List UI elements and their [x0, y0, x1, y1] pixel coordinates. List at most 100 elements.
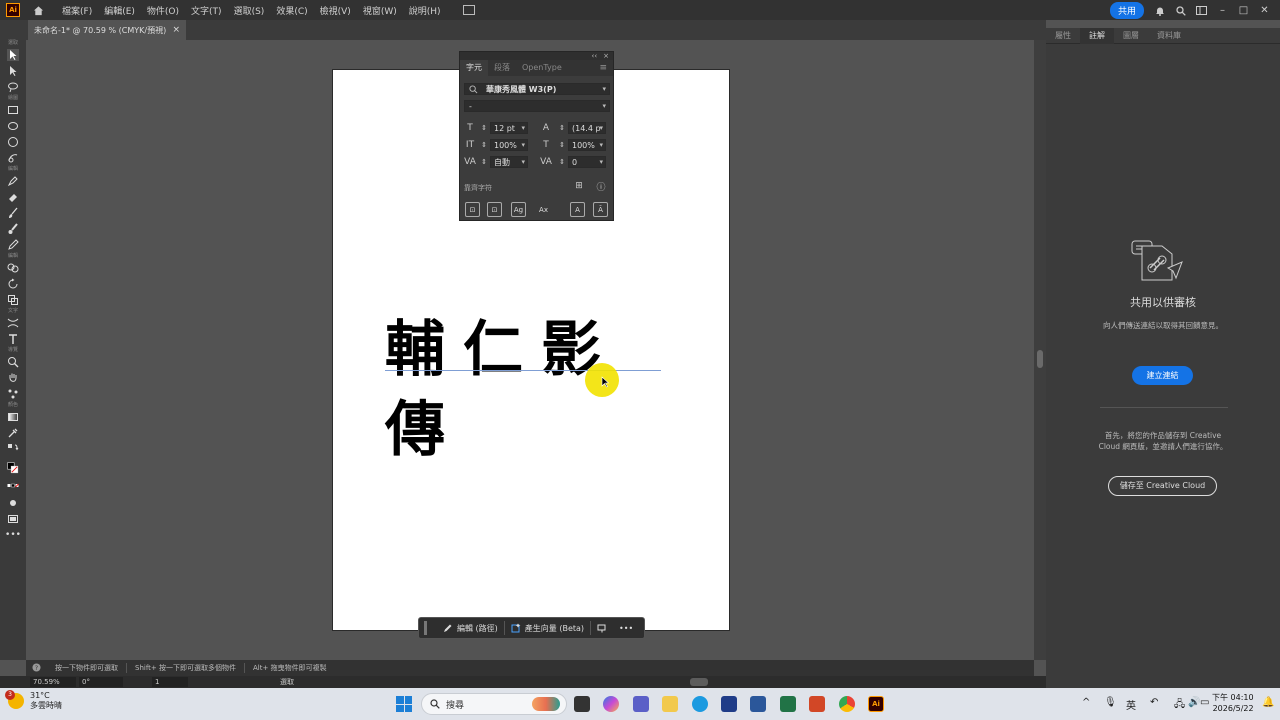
- panel-menu-icon[interactable]: ≡: [599, 63, 607, 73]
- menu-window[interactable]: 視窗(W): [357, 4, 403, 17]
- fill-stroke-swatch[interactable]: [0, 457, 26, 479]
- collapse-panel-icon[interactable]: ‹‹: [592, 52, 598, 60]
- minimize-icon[interactable]: –: [1217, 5, 1228, 16]
- tab-properties[interactable]: 屬性: [1046, 28, 1080, 44]
- rotate-tool-icon[interactable]: [0, 276, 26, 292]
- task-view-icon[interactable]: [574, 696, 590, 712]
- artwork-text[interactable]: 輔仁影傳: [385, 310, 665, 465]
- pen-tool-icon[interactable]: [0, 173, 26, 189]
- drag-handle[interactable]: [424, 621, 427, 635]
- more-options-icon[interactable]: •••: [613, 620, 639, 636]
- excel-icon[interactable]: [780, 696, 796, 712]
- horizontal-scroll-thumb[interactable]: [690, 678, 708, 686]
- blob-brush-tool-icon[interactable]: [0, 221, 26, 237]
- menu-type[interactable]: 文字(T): [185, 4, 228, 17]
- rotation-field[interactable]: 0°: [79, 677, 123, 687]
- close-window-icon[interactable]: ✕: [1259, 5, 1270, 16]
- edit-path-button[interactable]: 編輯 (路徑): [437, 620, 504, 636]
- color-mode-icon[interactable]: [0, 479, 26, 495]
- tab-character[interactable]: 字元: [460, 60, 488, 76]
- menu-select[interactable]: 選取(S): [228, 4, 271, 17]
- rectangle-tool-icon[interactable]: [0, 102, 26, 118]
- horizontal-scale-field[interactable]: 100% ▾: [568, 139, 606, 151]
- input-mode-icon[interactable]: ↶: [1150, 697, 1158, 708]
- edge-icon[interactable]: [692, 696, 708, 712]
- menu-edit[interactable]: 編輯(E): [98, 4, 141, 17]
- shape-builder-tool-icon[interactable]: [0, 260, 26, 276]
- help-icon[interactable]: ?: [26, 662, 47, 674]
- width-tool-icon[interactable]: [0, 315, 26, 331]
- share-button[interactable]: 共用: [1109, 2, 1144, 19]
- snap-angular-button[interactable]: A: [570, 202, 585, 217]
- shaper-tool-icon[interactable]: [0, 150, 26, 166]
- search-icon[interactable]: [1175, 5, 1186, 16]
- tab-paragraph[interactable]: 段落: [488, 60, 516, 76]
- bell-icon[interactable]: [1154, 5, 1165, 16]
- ellipse-tool-icon[interactable]: [0, 118, 26, 134]
- edit-toolbar-icon[interactable]: •••: [0, 527, 26, 543]
- system-clock[interactable]: 下午 04:10 2026/5/22: [1212, 692, 1254, 714]
- lasso-tool-icon[interactable]: [0, 79, 26, 95]
- pin-bar-button[interactable]: [591, 620, 613, 636]
- zoom-field[interactable]: 70.59%: [30, 677, 76, 687]
- save-to-creative-cloud-button[interactable]: 儲存至 Creative Cloud: [1108, 476, 1217, 496]
- store-icon[interactable]: [721, 696, 737, 712]
- word-icon[interactable]: [750, 696, 766, 712]
- menu-object[interactable]: 物件(O): [141, 4, 185, 17]
- powerpoint-icon[interactable]: [809, 696, 825, 712]
- scale-tool-icon[interactable]: [0, 292, 26, 308]
- vertical-scroll-thumb[interactable]: [1037, 350, 1043, 368]
- file-explorer-icon[interactable]: [662, 696, 678, 712]
- chevron-up-icon[interactable]: ^: [1082, 697, 1090, 708]
- ime-indicator[interactable]: 英: [1126, 697, 1136, 712]
- draw-mode-icon[interactable]: [0, 495, 26, 511]
- eraser-tool-icon[interactable]: [0, 189, 26, 205]
- snap-xheight-button[interactable]: ⊡: [487, 202, 502, 217]
- circle-tool-icon[interactable]: [0, 134, 26, 150]
- type-tool-icon[interactable]: [0, 331, 26, 347]
- stepper-icon[interactable]: ⇕: [555, 139, 569, 151]
- tab-opentype[interactable]: OpenType: [516, 60, 568, 76]
- panel-header[interactable]: ‹‹ ×: [460, 52, 613, 60]
- gradient-tool-icon[interactable]: [0, 409, 26, 425]
- menu-help[interactable]: 說明(H): [403, 4, 447, 17]
- artboard-number-field[interactable]: 1: [152, 677, 188, 687]
- stepper-icon[interactable]: ⇕: [477, 139, 491, 151]
- vertical-scrollbar[interactable]: [1034, 40, 1046, 660]
- menu-effect[interactable]: 效果(C): [270, 4, 313, 17]
- illustrator-taskbar-icon[interactable]: Ai: [868, 696, 884, 712]
- glyph-settings-icon[interactable]: ⊞: [572, 180, 586, 192]
- chrome-icon[interactable]: [839, 696, 855, 712]
- puppet-warp-tool-icon[interactable]: [0, 386, 26, 402]
- menu-file[interactable]: 檔案(F): [56, 4, 98, 17]
- brush-tool-icon[interactable]: [0, 205, 26, 221]
- snap-glyph-bounds-button[interactable]: Ag: [511, 202, 526, 217]
- document-tab[interactable]: 未命名-1* @ 70.59 % (CMYK/預視) ×: [28, 20, 186, 40]
- kerning-field[interactable]: 自動 ▾: [490, 156, 528, 168]
- copilot-icon[interactable]: [603, 696, 619, 712]
- maximize-icon[interactable]: □: [1238, 5, 1249, 16]
- selection-tool-icon[interactable]: [0, 47, 26, 63]
- teams-icon[interactable]: [633, 696, 649, 712]
- snap-proximity-button[interactable]: Ax: [536, 202, 551, 217]
- weather-widget[interactable]: 3 31°C 多雲時晴: [5, 690, 62, 711]
- start-button[interactable]: [396, 696, 412, 712]
- leading-field[interactable]: (14.4 p ▾: [568, 122, 606, 134]
- screen-mode-icon[interactable]: [0, 511, 26, 527]
- tracking-field[interactable]: 0 ▾: [568, 156, 606, 168]
- snap-baseline-button[interactable]: ⊡: [465, 202, 480, 217]
- close-panel-icon[interactable]: ×: [603, 52, 609, 60]
- arrange-documents-icon[interactable]: [462, 5, 475, 15]
- snap-anchor-button[interactable]: Ā: [593, 202, 608, 217]
- battery-icon[interactable]: ▭: [1200, 697, 1209, 708]
- generate-vector-button[interactable]: 產生向量 (Beta): [505, 620, 590, 636]
- tab-libraries[interactable]: 資料庫: [1148, 28, 1190, 44]
- home-icon[interactable]: [32, 4, 44, 16]
- stepper-icon[interactable]: ⇕: [477, 156, 491, 168]
- hand-tool-icon[interactable]: [0, 370, 26, 386]
- direct-selection-tool-icon[interactable]: [0, 63, 26, 79]
- taskbar-search[interactable]: 搜尋: [421, 693, 567, 715]
- stepper-icon[interactable]: ⇕: [477, 122, 491, 134]
- stepper-icon[interactable]: ⇕: [555, 156, 569, 168]
- create-link-button[interactable]: 建立連結: [1132, 366, 1193, 385]
